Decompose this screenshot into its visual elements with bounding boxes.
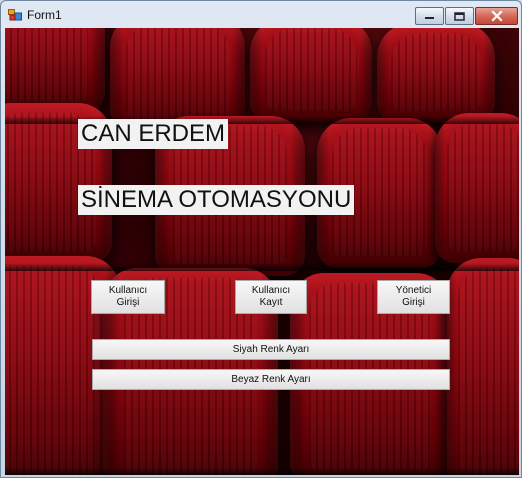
- maximize-button[interactable]: [445, 7, 474, 25]
- form-client-area: CAN ERDEM SİNEMA OTOMASYONU Kullanıcı Gi…: [5, 28, 519, 475]
- admin-login-button[interactable]: Yönetici Girişi: [377, 280, 450, 314]
- cinema-seat-background: [447, 258, 519, 475]
- cinema-seat-background: [377, 28, 495, 123]
- title-label-sinema-otomasyonu: SİNEMA OTOMASYONU: [78, 185, 355, 215]
- white-theme-button[interactable]: Beyaz Renk Ayarı: [92, 369, 450, 390]
- seat-row-shadow: [5, 263, 519, 271]
- cinema-seat-background: [5, 28, 105, 113]
- user-register-button[interactable]: Kullanıcı Kayıt: [235, 280, 307, 314]
- seat-row-shadow: [5, 467, 519, 475]
- minimize-button[interactable]: [415, 7, 444, 25]
- close-button[interactable]: [475, 7, 518, 25]
- user-login-button[interactable]: Kullanıcı Girişi: [91, 280, 165, 314]
- form-window: Form1 CAN ERDEM SİNEMA OTOMASYONU Kullan…: [0, 0, 522, 478]
- title-label-can-erdem: CAN ERDEM: [78, 119, 229, 149]
- minimize-icon: [425, 17, 434, 19]
- window-title: Form1: [27, 8, 62, 22]
- cinema-seat-background: [250, 28, 372, 123]
- title-bar[interactable]: Form1: [1, 1, 522, 29]
- black-theme-button[interactable]: Siyah Renk Ayarı: [92, 339, 450, 360]
- cinema-seat-background: [435, 113, 519, 263]
- close-icon: [490, 10, 503, 22]
- app-icon: [8, 9, 22, 21]
- maximize-icon: [454, 11, 465, 21]
- window-controls: [414, 7, 518, 26]
